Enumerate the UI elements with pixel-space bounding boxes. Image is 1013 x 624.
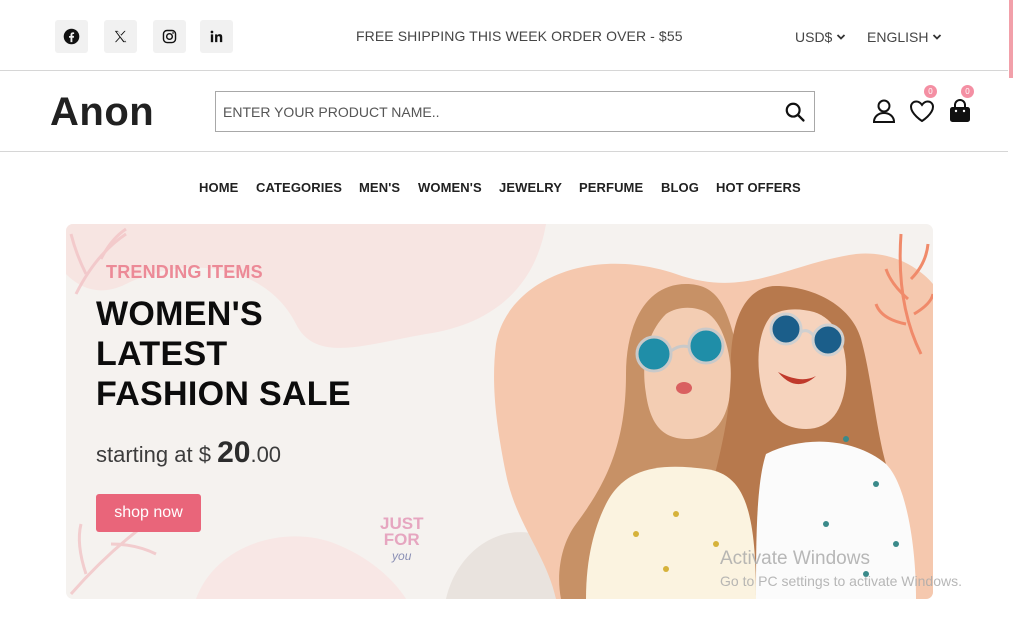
search-icon[interactable]: [784, 101, 806, 123]
deco-for: FOR: [383, 530, 420, 549]
instagram-icon: [162, 29, 177, 44]
language-select[interactable]: ENGLISH: [867, 29, 942, 45]
language-label: ENGLISH: [867, 29, 929, 45]
nav-item-mens[interactable]: MEN'S: [359, 180, 400, 195]
currency-label: USD$: [795, 29, 833, 45]
currency-select[interactable]: USD$: [795, 29, 846, 45]
instagram-link[interactable]: [153, 20, 186, 53]
price-main: 20: [217, 436, 251, 469]
cart-count-badge: 0: [961, 85, 974, 98]
chevron-down-icon: [933, 34, 942, 40]
wishlist-count-badge: 0: [924, 85, 937, 98]
nav-item-perfume[interactable]: PERFUME: [579, 180, 643, 195]
scrollbar-thumb[interactable]: [1009, 0, 1013, 78]
nav-item-categories[interactable]: CATEGORIES: [256, 180, 342, 195]
just-for-you-decoration: JUST FOR you: [380, 515, 423, 564]
main-header: Anon 0 0: [0, 71, 1008, 152]
watermark-subtitle: Go to PC settings to activate Windows.: [720, 573, 962, 589]
nav-item-womens[interactable]: WOMEN'S: [418, 180, 482, 195]
banner-title-line: LATEST: [96, 335, 228, 373]
activate-windows-watermark: Activate Windows Go to PC settings to ac…: [720, 548, 962, 589]
main-nav: HOME CATEGORIES MEN'S WOMEN'S JEWELRY PE…: [0, 152, 1008, 224]
shipping-notice: FREE SHIPPING THIS WEEK ORDER OVER - $55: [356, 28, 683, 44]
banner-subtitle: TRENDING ITEMS: [106, 262, 263, 282]
linkedin-icon: [210, 30, 223, 43]
x-twitter-link[interactable]: [104, 20, 137, 53]
chevron-down-icon: [837, 34, 846, 40]
heart-icon[interactable]: [908, 97, 936, 125]
nav-item-home[interactable]: HOME: [199, 180, 238, 195]
banner-price: starting at $ 20.00: [96, 436, 281, 470]
price-prefix: starting at $: [96, 442, 218, 467]
site-logo[interactable]: Anon: [50, 90, 154, 135]
nav-item-hot-offers[interactable]: HOT OFFERS: [716, 180, 801, 195]
deco-you: you: [392, 549, 412, 563]
banner-title-line: WOMEN'S: [96, 295, 263, 333]
x-twitter-icon: [114, 30, 127, 43]
linkedin-link[interactable]: [200, 20, 233, 53]
shopping-bag-icon[interactable]: [946, 97, 974, 125]
facebook-icon: [63, 28, 80, 45]
facebook-link[interactable]: [55, 20, 88, 53]
user-icon[interactable]: [870, 97, 898, 125]
search-box: [215, 91, 815, 132]
nav-item-blog[interactable]: BLOG: [661, 180, 699, 195]
search-input[interactable]: [216, 92, 776, 131]
watermark-title: Activate Windows: [720, 548, 870, 569]
banner-title-line: FASHION SALE: [96, 375, 351, 413]
banner-title: WOMEN'S LATEST FASHION SALE: [96, 294, 416, 414]
shop-now-button[interactable]: shop now: [96, 494, 201, 532]
price-cents: .00: [250, 442, 282, 467]
nav-item-jewelry[interactable]: JEWELRY: [499, 180, 562, 195]
top-bar: FREE SHIPPING THIS WEEK ORDER OVER - $55…: [0, 0, 1008, 71]
hero-banner: TRENDING ITEMS WOMEN'S LATEST FASHION SA…: [66, 224, 933, 599]
